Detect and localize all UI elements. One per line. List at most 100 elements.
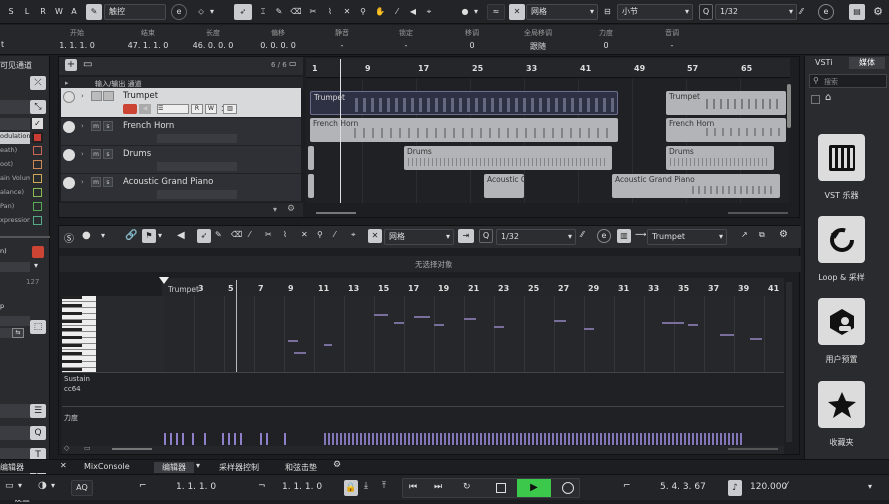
midi-part[interactable]: Trumpet bbox=[666, 91, 786, 115]
cycle-icon[interactable]: ↻ bbox=[463, 482, 471, 492]
loops-samples-tile[interactable] bbox=[818, 216, 865, 263]
marker-icon[interactable]: ⬦ bbox=[192, 4, 210, 20]
tab-sampler-control[interactable]: 采样器控制 bbox=[219, 462, 259, 473]
midi-note[interactable] bbox=[584, 328, 594, 330]
listen-icon[interactable]: ● bbox=[82, 230, 91, 241]
midi-note[interactable] bbox=[434, 324, 444, 326]
edit-instrument-button[interactable]: ▥ bbox=[223, 104, 237, 114]
velocity-bar[interactable] bbox=[204, 433, 206, 445]
time-warp-tool-icon[interactable]: ⌖ bbox=[351, 230, 356, 240]
zoom-tool-icon[interactable]: ⚲ bbox=[317, 230, 323, 239]
chevron-down-icon[interactable]: ▾ bbox=[273, 205, 277, 214]
lane-color-chip[interactable] bbox=[33, 174, 42, 183]
object-select-tool-icon[interactable]: ➶ bbox=[234, 4, 252, 20]
midi-note[interactable] bbox=[324, 344, 332, 346]
automation-mode-icon[interactable]: ✎ bbox=[86, 4, 102, 20]
chevron-down-icon[interactable]: ▾ bbox=[51, 481, 55, 490]
expand-icon[interactable]: › bbox=[81, 150, 84, 158]
window-layout-icon[interactable]: ▤ bbox=[849, 4, 865, 20]
midi-note[interactable] bbox=[554, 320, 566, 322]
settings-gear-icon[interactable]: ⚙ bbox=[870, 4, 886, 20]
iterative-quantize-icon[interactable]: ⁄⁄ bbox=[800, 4, 814, 20]
midi-part[interactable]: Acoustic Gi bbox=[484, 174, 524, 198]
insert-velocity-icon[interactable]: ⚑ bbox=[142, 229, 156, 243]
touch-mode-select[interactable]: 触控 bbox=[104, 4, 166, 20]
mode-l-button[interactable]: L bbox=[20, 4, 34, 20]
speaker-tool-icon[interactable]: ◀ bbox=[406, 4, 420, 20]
snap-toggle-icon[interactable]: ✕ bbox=[368, 229, 382, 243]
auto-scroll-icon[interactable]: ≈ bbox=[487, 4, 505, 20]
midi-note[interactable] bbox=[294, 352, 306, 354]
snap-toggle-icon[interactable]: ✕ bbox=[509, 4, 525, 20]
midi-note[interactable] bbox=[688, 324, 698, 326]
project-h-scrollbar[interactable] bbox=[316, 212, 356, 214]
midi-part[interactable]: Acoustic Grand Piano bbox=[612, 174, 780, 198]
solo-button[interactable] bbox=[103, 91, 114, 101]
editor-h-scrollbar[interactable] bbox=[112, 448, 152, 450]
editor-v-scrollbar[interactable] bbox=[786, 282, 792, 442]
folder-icon[interactable]: ▭ bbox=[83, 59, 92, 70]
chevron-down-icon[interactable]: ▾ bbox=[18, 481, 22, 490]
track-controls[interactable] bbox=[157, 162, 237, 171]
speaker-icon[interactable]: ◀ bbox=[177, 230, 185, 241]
marker-icon[interactable]: ⌐ bbox=[623, 481, 631, 491]
velocity-bar[interactable] bbox=[192, 433, 194, 445]
midi-part[interactable]: French Horn bbox=[666, 118, 786, 142]
diamond-icon[interactable]: ◇ bbox=[64, 444, 69, 452]
lanes-button[interactable]: ☰ bbox=[157, 104, 189, 114]
glue-tool-icon[interactable]: ⌇ bbox=[323, 4, 337, 20]
home-icon[interactable]: ⌂ bbox=[825, 92, 831, 103]
tab-editor-left[interactable]: 编辑器 bbox=[0, 462, 24, 473]
snap-live-input-icon[interactable]: ⇥ bbox=[458, 229, 474, 243]
midi-part[interactable] bbox=[308, 174, 314, 198]
doc-icon[interactable]: ▭ bbox=[84, 444, 91, 452]
tab-media[interactable]: 媒体 bbox=[849, 57, 885, 69]
list-icon[interactable]: ☰ bbox=[30, 404, 46, 418]
quantize-apply-icon[interactable]: e bbox=[597, 229, 611, 243]
pencil-tool-icon[interactable]: ✎ bbox=[215, 230, 222, 239]
stop-icon[interactable] bbox=[496, 483, 506, 493]
velocity-bar[interactable] bbox=[228, 433, 230, 445]
time-signature-icon[interactable]: ⁄ bbox=[786, 481, 788, 491]
info-field[interactable]: 全局移调 跟随 bbox=[512, 28, 564, 52]
monitor-button[interactable]: ◀ bbox=[139, 104, 151, 114]
editor-snap-type-select[interactable]: 网格 ▾ bbox=[384, 229, 454, 245]
checkbox-checked-icon[interactable]: ✓ bbox=[32, 118, 43, 129]
split-tool-icon[interactable]: ✂ bbox=[306, 4, 320, 20]
quantize-apply-icon[interactable]: e bbox=[818, 4, 834, 20]
mute-button[interactable] bbox=[91, 91, 102, 101]
punch-out-icon[interactable]: ⤒ bbox=[382, 481, 386, 491]
grid-select[interactable]: 小节 ▾ bbox=[617, 4, 693, 20]
midi-part[interactable]: Trumpet bbox=[310, 91, 618, 115]
object-select-tool-icon[interactable]: ➶ bbox=[197, 229, 211, 243]
info-field[interactable]: 开始 1. 1. 1. 0 bbox=[58, 28, 96, 50]
vst-instruments-tile[interactable] bbox=[818, 134, 865, 181]
midi-note[interactable] bbox=[374, 314, 388, 316]
chevron-down-icon[interactable]: ▾ bbox=[34, 261, 38, 270]
solo-button[interactable]: s bbox=[103, 177, 113, 187]
add-track-icon[interactable]: + bbox=[65, 59, 77, 71]
user-presets-tile[interactable] bbox=[818, 298, 865, 345]
lock-icon[interactable]: 🔒 bbox=[344, 480, 358, 496]
project-zoom-slider[interactable] bbox=[728, 212, 788, 214]
lane-color-chip[interactable] bbox=[33, 202, 42, 211]
go-to-end-icon[interactable]: ⏭ bbox=[434, 482, 442, 492]
track-name[interactable]: Trumpet bbox=[123, 91, 158, 101]
midi-input-icon[interactable]: ⟿ bbox=[635, 230, 646, 239]
expand-icon[interactable]: › bbox=[81, 122, 84, 130]
lane-button[interactable]: ⬚ bbox=[30, 320, 46, 334]
velocity-bar[interactable] bbox=[182, 433, 184, 445]
trim-tool-icon[interactable]: ⁄ bbox=[249, 230, 250, 239]
mode-a-button[interactable]: A bbox=[67, 4, 81, 20]
lane-color-chip[interactable] bbox=[32, 132, 43, 143]
velocity-bar[interactable] bbox=[260, 433, 262, 445]
track-row[interactable]: › Trumpet 1 ◀ ☰ R W ▥ bbox=[61, 88, 301, 118]
velocity-bar[interactable] bbox=[176, 433, 178, 445]
tab-vsti[interactable]: VSTi bbox=[815, 58, 832, 67]
project-ruler[interactable]: 1 9 17 25 33 41 49 57 65 bbox=[306, 58, 790, 78]
velocity-bar[interactable] bbox=[170, 433, 172, 445]
favorites-tile[interactable] bbox=[818, 381, 865, 428]
event-display[interactable]: Trumpet Trumpet French Horn French Horn … bbox=[306, 59, 790, 203]
window-layout-icon[interactable]: ⧉ bbox=[759, 230, 765, 240]
editor-quantize-select[interactable]: 1/32 ▾ bbox=[496, 229, 576, 245]
